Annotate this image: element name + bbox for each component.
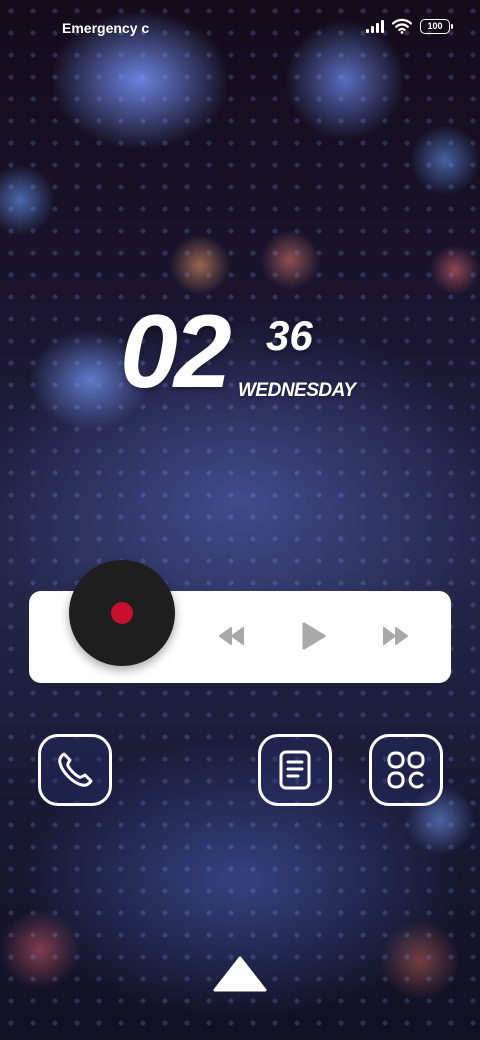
app-drawer-icon <box>387 751 425 789</box>
play-icon <box>302 622 326 650</box>
fast-forward-button[interactable] <box>380 621 410 651</box>
battery-icon: 100 <box>420 18 453 34</box>
play-button[interactable] <box>298 621 328 651</box>
rewind-icon <box>219 627 244 645</box>
cellular-signal-icon <box>366 19 384 33</box>
rewind-button[interactable] <box>217 621 247 651</box>
phone-app-button[interactable] <box>38 734 112 806</box>
clock-minute: 36 <box>266 312 313 359</box>
notes-icon <box>279 750 311 790</box>
status-bar: Emergency c 100 <box>0 0 480 56</box>
wifi-icon <box>392 18 412 34</box>
vinyl-disc-icon[interactable] <box>69 560 175 666</box>
wallpaper-bokeh <box>0 0 480 1040</box>
triangle-up-icon <box>213 956 267 992</box>
lockscreen-clock: 02 36 WEDNESDAY <box>120 300 380 410</box>
disc-center-dot <box>111 602 133 624</box>
notes-app-button[interactable] <box>258 734 332 806</box>
battery-level: 100 <box>427 21 443 31</box>
carrier-label: Emergency c <box>62 20 150 36</box>
clock-weekday: WEDNESDAY <box>238 380 356 401</box>
fast-forward-icon <box>383 627 408 645</box>
app-drawer-button[interactable] <box>369 734 443 806</box>
swipe-up-handle[interactable] <box>211 955 269 993</box>
clock-hour: 02 <box>120 294 232 410</box>
phone-icon <box>58 752 93 787</box>
